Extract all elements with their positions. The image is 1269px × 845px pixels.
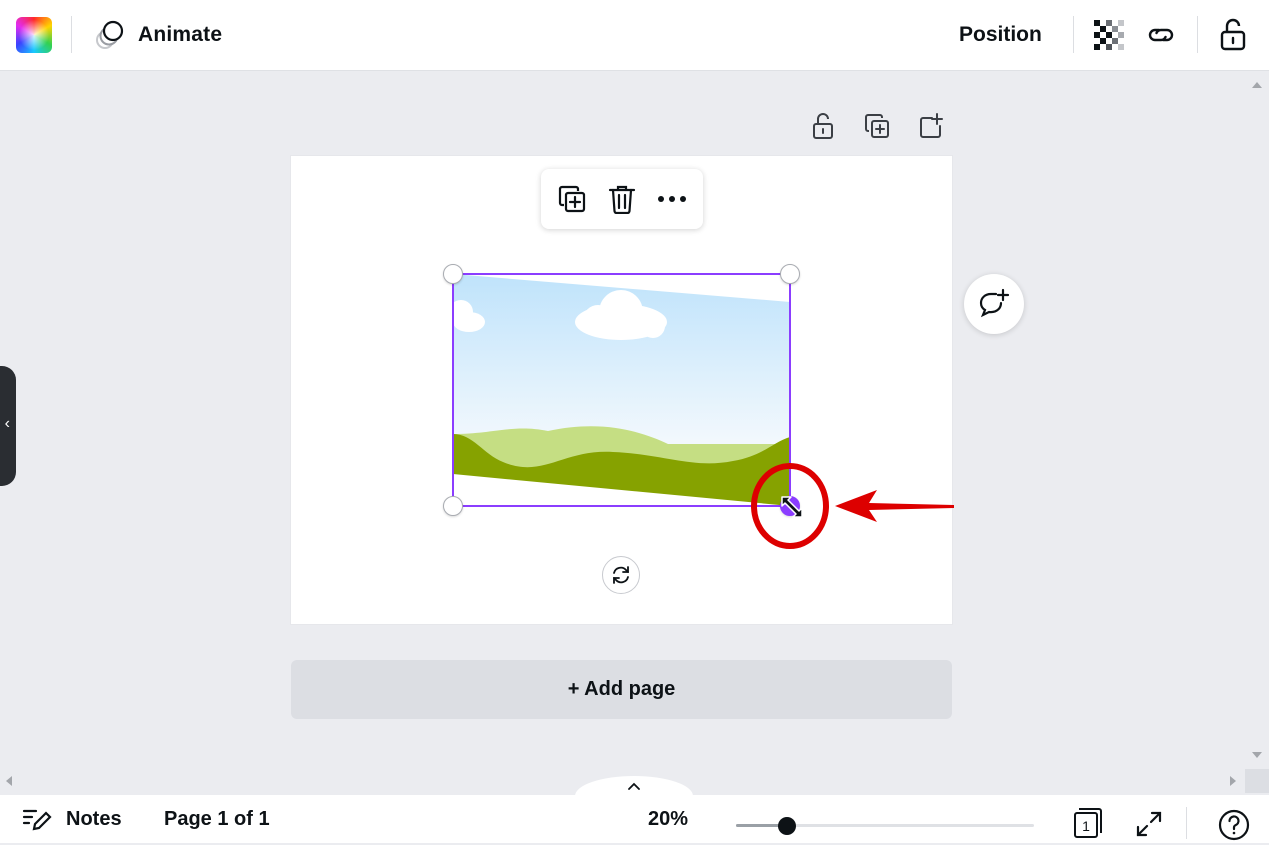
toolbar-divider [1073, 16, 1074, 53]
lock-button[interactable] [1214, 14, 1252, 54]
delete-element-button[interactable] [600, 177, 644, 221]
color-picker-button[interactable] [16, 17, 52, 53]
duplicate-element-button[interactable] [550, 177, 594, 221]
scroll-up-icon[interactable] [1252, 82, 1262, 88]
add-page-button[interactable]: + Add page [291, 660, 952, 719]
zoom-slider-thumb[interactable] [777, 817, 796, 835]
position-button[interactable]: Position [950, 16, 1051, 54]
rotate-icon [613, 566, 629, 584]
more-dots-icon [658, 196, 686, 202]
scroll-right-icon[interactable] [1230, 776, 1236, 786]
link-button[interactable] [1142, 16, 1180, 54]
help-question-icon [1218, 809, 1250, 841]
zoom-value[interactable]: 20% [636, 800, 700, 838]
expand-icon [1136, 811, 1162, 837]
page-indicator[interactable]: Page 1 of 1 [156, 800, 278, 838]
resize-handle-bottom-left[interactable] [443, 496, 463, 516]
scrollbar-corner [1245, 769, 1269, 793]
chevron-up-icon [628, 782, 640, 790]
toolbar-divider [1186, 807, 1187, 839]
rotate-button[interactable] [602, 556, 640, 594]
fullscreen-button[interactable] [1130, 805, 1168, 843]
scroll-down-icon[interactable] [1252, 752, 1262, 758]
animate-circles-icon [96, 20, 124, 49]
pages-count-icon: 1 [1074, 808, 1102, 838]
annotation-overlay [751, 463, 954, 549]
transparency-button[interactable] [1090, 16, 1128, 54]
chevron-left-icon: ‹ [4, 415, 10, 432]
pages-count: 1 [1082, 818, 1090, 834]
duplicate-page-button[interactable] [862, 108, 892, 144]
resize-handle-top-right[interactable] [780, 264, 800, 284]
duplicate-icon [558, 185, 586, 213]
checkerboard-transparency-icon [1094, 20, 1124, 50]
unlocked-padlock-icon [1220, 18, 1246, 51]
unlocked-padlock-icon [813, 113, 833, 139]
lock-page-button[interactable] [808, 108, 838, 144]
notes-pencil-icon [22, 809, 52, 831]
add-comment-button[interactable] [964, 274, 1024, 334]
element-context-toolbar [541, 169, 703, 229]
bottom-toolbar: Notes Page 1 of 1 20% 1 [0, 795, 1269, 843]
toolbar-divider [1197, 16, 1198, 53]
selection-frame [452, 273, 791, 507]
scroll-left-icon[interactable] [6, 776, 12, 786]
add-page-icon [920, 113, 943, 138]
help-button[interactable] [1214, 805, 1254, 845]
toolbar-divider [71, 16, 72, 53]
page-grid-button[interactable]: 1 [1068, 803, 1108, 841]
side-panel-toggle[interactable]: ‹ [0, 366, 16, 486]
add-page-above-button[interactable] [916, 108, 946, 144]
vertical-scrollbar[interactable] [1245, 72, 1269, 769]
notes-button[interactable]: Notes [18, 800, 126, 838]
notes-label: Notes [66, 807, 122, 830]
animate-button[interactable]: Animate [88, 12, 228, 58]
animate-label: Animate [138, 23, 223, 46]
add-page-label: + Add page [567, 678, 676, 700]
resize-handle-top-left[interactable] [443, 264, 463, 284]
position-label: Position [959, 23, 1042, 46]
duplicate-page-icon [865, 114, 889, 138]
trash-icon [608, 185, 636, 214]
top-toolbar: Animate Position [0, 0, 1269, 71]
link-icon [1148, 28, 1174, 42]
more-options-button[interactable] [650, 177, 694, 221]
add-comment-icon [979, 288, 1010, 318]
